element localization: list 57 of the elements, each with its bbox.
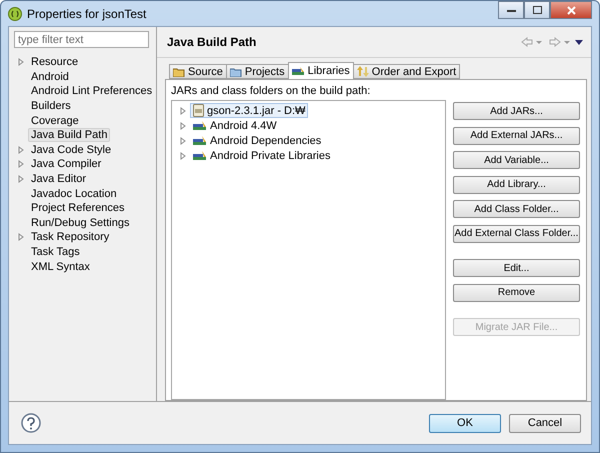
- nav-item[interactable]: XML Syntax: [28, 260, 93, 274]
- minimize-button[interactable]: [498, 1, 524, 19]
- nav-item[interactable]: Task Repository: [28, 230, 112, 244]
- tree-item[interactable]: Android 4.4W: [190, 118, 280, 132]
- side-button[interactable]: Add External JARs...: [453, 126, 580, 144]
- tab[interactable]: Projects: [226, 64, 289, 79]
- menu-icon[interactable]: [575, 40, 583, 44]
- maximize-icon: [532, 6, 542, 14]
- tab[interactable]: Order and Export: [352, 64, 460, 79]
- books-icon: [193, 150, 207, 161]
- nav-item[interactable]: Java Editor: [28, 172, 90, 186]
- dialog-button[interactable]: Cancel: [509, 414, 581, 432]
- nav-item[interactable]: Java Code Style: [28, 142, 114, 157]
- app-icon: [8, 6, 22, 20]
- tab[interactable]: Libraries: [288, 62, 354, 79]
- minimize-icon: [506, 8, 516, 12]
- side-button[interactable]: Remove: [453, 284, 580, 302]
- nav-item[interactable]: Project References: [28, 201, 128, 216]
- side-button[interactable]: Add Library...: [453, 176, 580, 194]
- nav-item[interactable]: Run/Debug Settings: [28, 216, 132, 230]
- folder-icon: [173, 66, 185, 76]
- nav-item[interactable]: Builders: [28, 99, 74, 114]
- nav-item[interactable]: Android Lint Preferences: [28, 84, 156, 98]
- tree-item[interactable]: Android Dependencies: [190, 134, 324, 148]
- close-icon: [566, 6, 576, 14]
- expand-icon[interactable]: [18, 233, 24, 242]
- tree-item[interactable]: gson-2.3.1.jar - D:₩: [190, 103, 308, 118]
- jar-file-icon: [193, 104, 204, 117]
- books-icon: [292, 66, 305, 76]
- side-button[interactable]: Add JARs...: [453, 102, 580, 120]
- nav-item[interactable]: Task Tags: [28, 245, 83, 260]
- filter-field[interactable]: type filter text: [14, 31, 149, 48]
- content-label: JARs and class folders on the build path:: [171, 85, 372, 97]
- folder-icon: [230, 66, 242, 76]
- books-icon: [193, 120, 207, 131]
- close-button[interactable]: [550, 1, 592, 19]
- nav-item[interactable]: Coverage: [28, 114, 82, 128]
- side-button[interactable]: Add External Class Folder...: [453, 224, 580, 242]
- maximize-button[interactable]: [524, 1, 550, 19]
- nav-item[interactable]: Android: [28, 70, 72, 84]
- dialog-button[interactable]: OK: [429, 414, 501, 432]
- help-icon[interactable]: [21, 413, 41, 433]
- books-icon: [193, 135, 207, 146]
- nav-item[interactable]: Javadoc Location: [28, 186, 120, 201]
- nav-item[interactable]: Java Compiler: [28, 157, 104, 172]
- nav-item[interactable]: Resource: [28, 55, 82, 70]
- tab[interactable]: Source: [169, 64, 227, 79]
- page-title: Java Build Path: [167, 35, 258, 49]
- tree-item[interactable]: Android Private Libraries: [190, 148, 334, 162]
- nav-item[interactable]: Java Build Path: [28, 128, 110, 142]
- side-button[interactable]: Add Class Folder...: [453, 200, 580, 218]
- arrows-icon: [356, 66, 369, 77]
- side-button[interactable]: Add Variable...: [453, 151, 580, 169]
- side-button[interactable]: Edit...: [453, 259, 580, 277]
- back-icon[interactable]: [521, 37, 543, 47]
- window-title: Properties for jsonTest: [27, 6, 148, 20]
- expand-icon[interactable]: [18, 58, 24, 66]
